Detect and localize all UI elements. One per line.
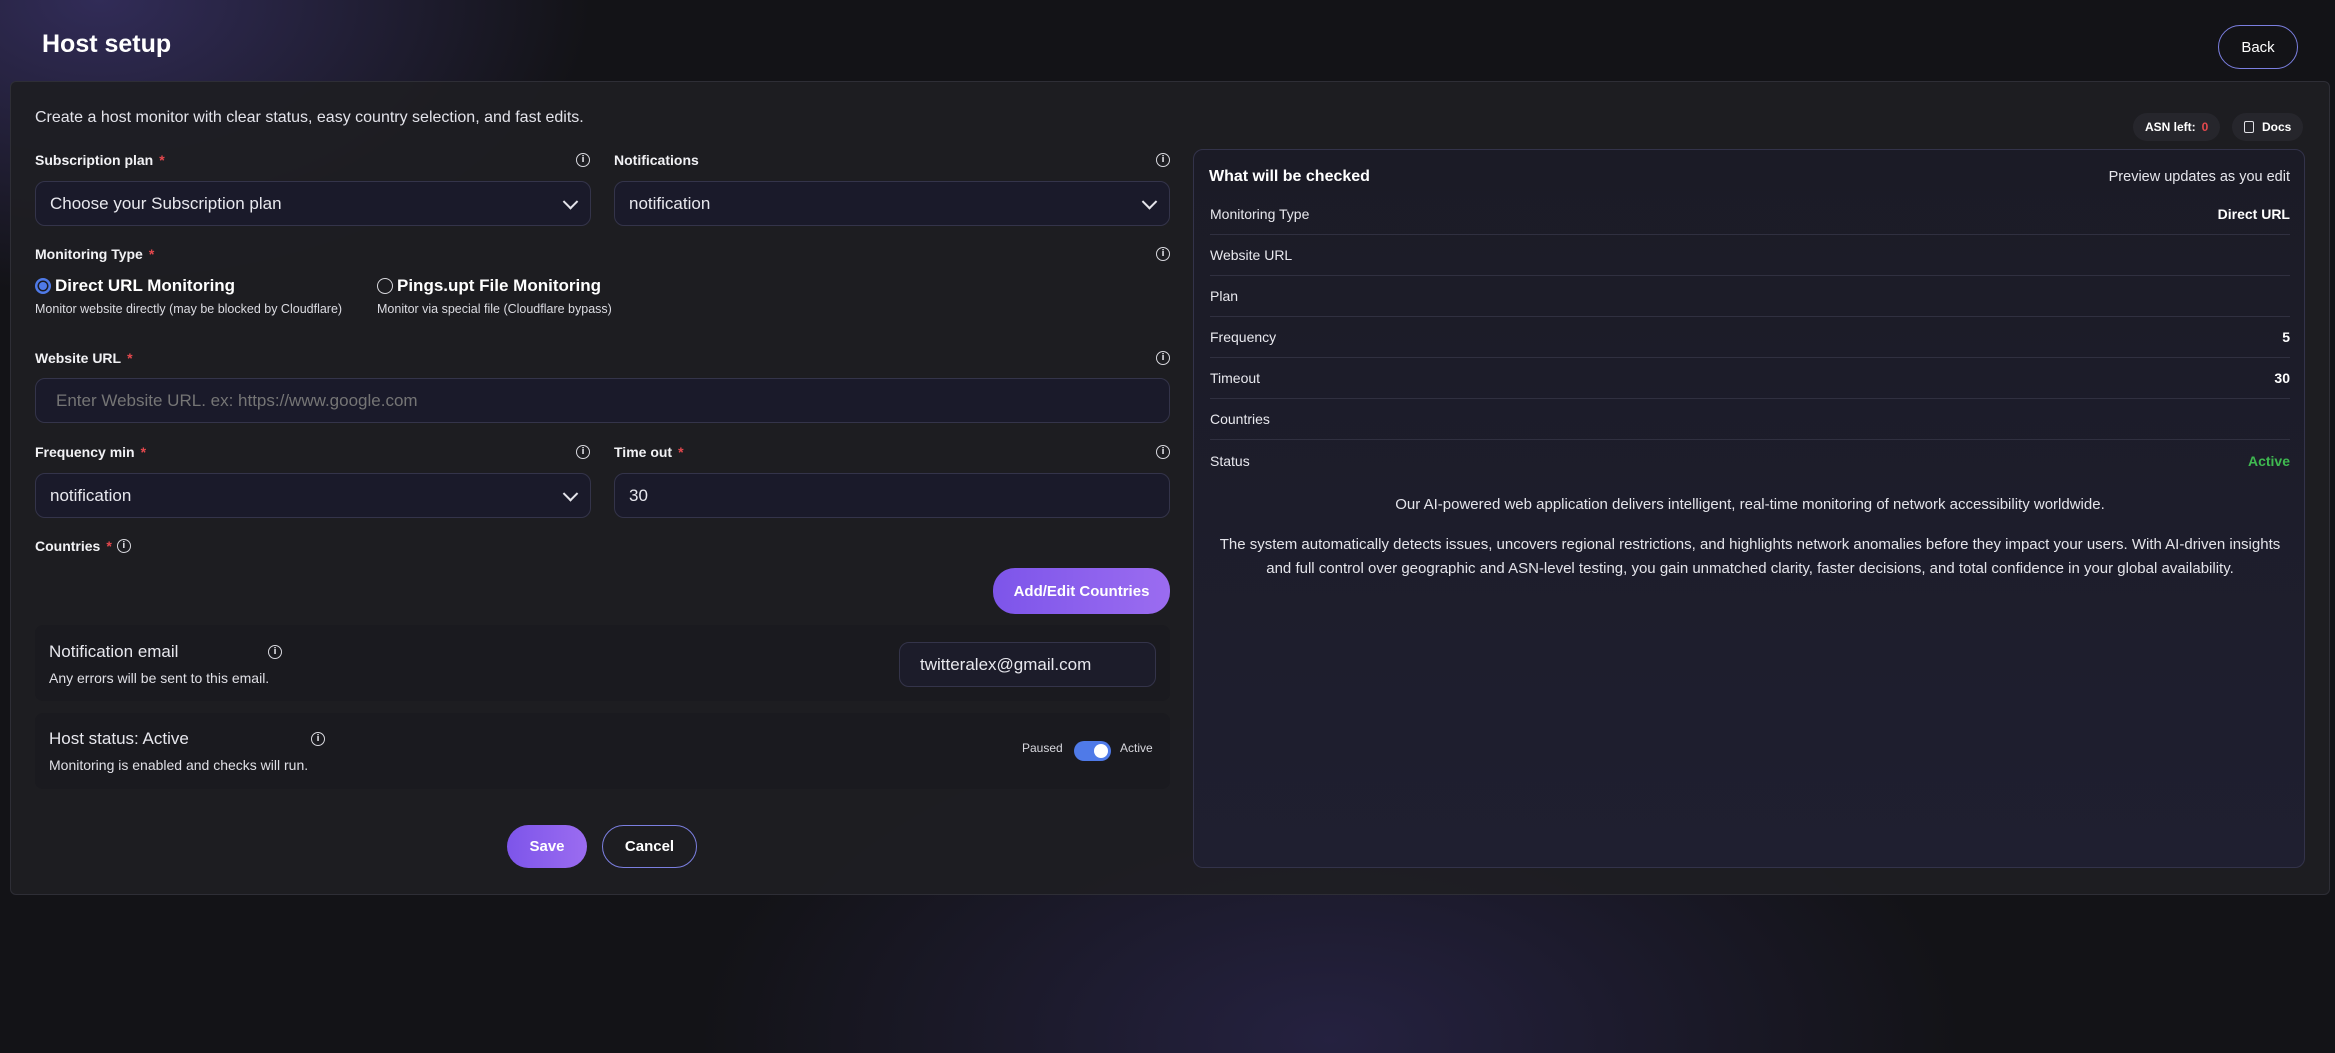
preview-row-website-url: Website URL — [1210, 235, 2290, 276]
preview-hint: Preview updates as you edit — [2108, 169, 2290, 185]
host-status-title: Host status: Active — [49, 729, 189, 748]
back-button[interactable]: Back — [2218, 25, 2298, 69]
radio-button[interactable] — [377, 278, 393, 294]
asn-left-pill: ASN left: 0 — [2133, 113, 2221, 141]
info-icon[interactable]: i — [1156, 445, 1170, 459]
preview-paragraph-2-line-2: and full control over geographic and ASN… — [1266, 560, 2234, 577]
info-icon[interactable]: i — [1156, 153, 1170, 167]
preview-title: What will be checked — [1209, 168, 1370, 185]
radio-pings-file[interactable]: Pings.upt File Monitoring Monitor via sp… — [377, 276, 612, 316]
asn-left-value: 0 — [2201, 120, 2209, 134]
notifications-select[interactable]: notification — [614, 181, 1170, 226]
preview-row-frequency: Frequency 5 — [1210, 317, 2290, 358]
preview-paragraph-1: Our AI-powered web application delivers … — [1395, 496, 2105, 513]
radio-direct-url[interactable]: Direct URL Monitoring Monitor website di… — [35, 276, 342, 316]
preview-panel: What will be checked Preview updates as … — [1193, 149, 2305, 868]
info-icon[interactable]: i — [576, 153, 590, 167]
host-status-subtitle: Monitoring is enabled and checks will ru… — [49, 757, 309, 773]
status-badge: Active — [2247, 452, 2290, 469]
preview-row-timeout: Timeout 30 — [1210, 358, 2290, 399]
info-icon[interactable]: i — [1156, 247, 1170, 261]
host-status-toggle[interactable] — [1074, 741, 1111, 761]
docs-label: Docs — [2262, 120, 2292, 134]
chevron-down-icon — [562, 193, 579, 210]
info-icon[interactable]: i — [1156, 351, 1170, 365]
timeout-input[interactable]: 30 — [614, 473, 1170, 518]
website-url-input[interactable] — [35, 378, 1170, 423]
subscription-plan-select[interactable]: Choose your Subscription plan — [35, 181, 591, 226]
add-edit-countries-button[interactable]: Add/Edit Countries — [993, 568, 1170, 614]
info-icon[interactable]: i — [311, 732, 325, 746]
preview-row-status: Status Active — [1210, 452, 2290, 469]
document-icon — [2244, 121, 2254, 133]
info-icon[interactable]: i — [576, 445, 590, 459]
notifications-label: Notifications — [614, 152, 699, 168]
page-title: Host setup — [42, 30, 172, 58]
preview-row-plan: Plan — [1210, 276, 2290, 317]
frequency-select[interactable]: notification — [35, 473, 591, 518]
subscription-plan-label: Subscription plan * — [35, 152, 165, 168]
save-button[interactable]: Save — [507, 825, 587, 868]
notification-email-title: Notification email — [49, 642, 179, 661]
preview-paragraph-2-line-1: The system automatically detects issues,… — [1219, 536, 2281, 553]
notification-email-input[interactable]: twitteralex@gmail.com — [899, 642, 1156, 687]
preview-row-countries: Countries — [1210, 399, 2290, 440]
radio-button-selected[interactable] — [35, 278, 51, 294]
cancel-button[interactable]: Cancel — [602, 825, 697, 868]
chevron-down-icon — [1141, 193, 1158, 210]
asn-left-label: ASN left: — [2145, 120, 2196, 134]
docs-button[interactable]: Docs — [2232, 113, 2304, 141]
toggle-off-label: Paused — [1022, 741, 1063, 755]
countries-label: Countries * i — [35, 538, 131, 554]
info-icon[interactable]: i — [268, 645, 282, 659]
notification-email-subtitle: Any errors will be sent to this email. — [49, 670, 270, 686]
chevron-down-icon — [562, 485, 579, 502]
toggle-on-label: Active — [1120, 741, 1153, 755]
info-icon[interactable]: i — [116, 539, 131, 553]
website-url-label: Website URL * — [35, 350, 133, 366]
monitoring-type-label: Monitoring Type * — [35, 246, 155, 262]
page-description: Create a host monitor with clear status,… — [35, 109, 584, 126]
frequency-label: Frequency min * — [35, 444, 147, 460]
preview-row-monitoring-type: Monitoring Type Direct URL — [1210, 194, 2290, 235]
timeout-label: Time out * — [614, 444, 684, 460]
host-status-row — [35, 713, 1170, 789]
